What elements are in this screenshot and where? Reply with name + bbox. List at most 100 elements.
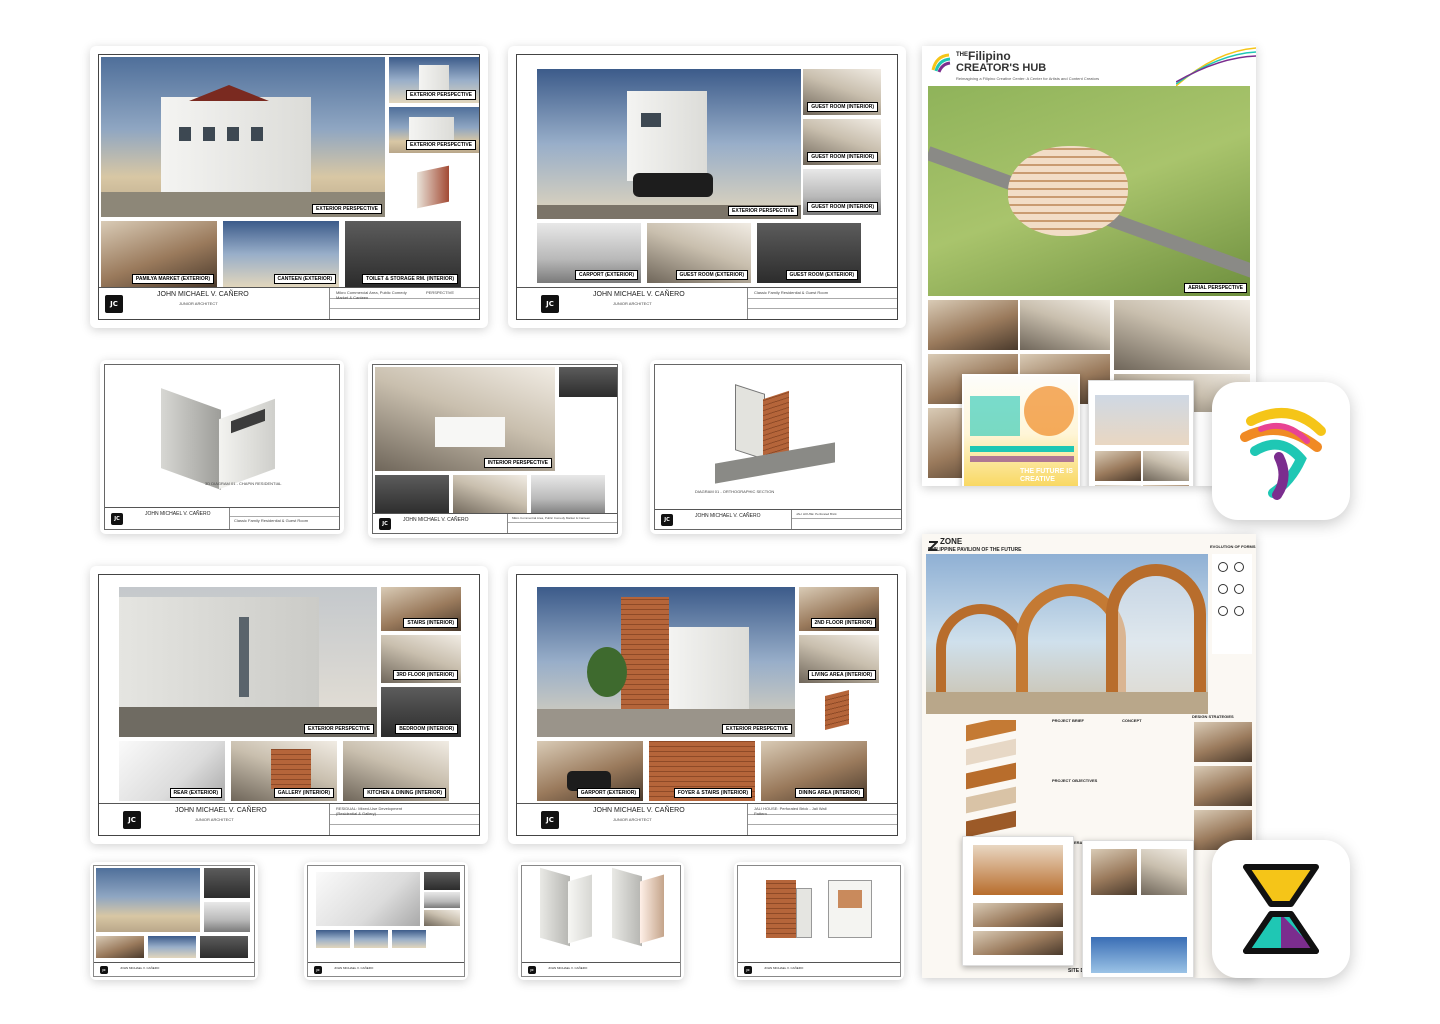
sheet-interior-market[interactable]: INTERIOR PERSPECTIVE JC JOHN MICHAEL V. … bbox=[368, 360, 622, 538]
zone-hourglass-icon bbox=[1243, 864, 1319, 954]
designer-name: JOHN MICHAEL V. CAÑERO bbox=[175, 807, 267, 814]
title-block: JC JOHN MICHAEL V. CAÑERO JALI HOUSE: Pe… bbox=[655, 509, 901, 529]
section-heading: PROJECT BRIEF bbox=[1052, 718, 1085, 723]
zone-app-icon[interactable] bbox=[1212, 840, 1350, 978]
jc-logo: JC bbox=[379, 517, 391, 530]
thumb-render: EXTERIOR PERSPECTIVE bbox=[389, 107, 479, 153]
thumb-render: CANTEEN (EXTERIOR) bbox=[223, 221, 339, 287]
title-block: JC JOHN MICHAEL V. CAÑERO Classic Family… bbox=[105, 507, 339, 529]
thumb-sheet-axon-pair[interactable]: JC JOHN MICHAEL V. CAÑERO bbox=[518, 862, 684, 980]
project-title: RESIDUAL: Mixed-Use Development (Residen… bbox=[336, 806, 403, 816]
thumb-sheet-elevations[interactable]: JC JOHN MICHAEL V. CAÑERO bbox=[734, 862, 904, 980]
thumb-render: STAIRS (INTERIOR) bbox=[381, 587, 461, 631]
zone-subtitle: PHILIPPINE PAVILION OF THE FUTURE bbox=[928, 547, 1022, 553]
jc-logo: JC bbox=[528, 965, 536, 974]
sheet-jali-house[interactable]: EXTERIOR PERSPECTIVE 2ND FLOOR (INTERIOR… bbox=[508, 566, 906, 844]
thumb-render: GUEST ROOM (INTERIOR) bbox=[803, 119, 881, 165]
thumb-render: GUEST ROOM (INTERIOR) bbox=[803, 169, 881, 215]
thumb-render: TOILET & STORAGE RM. (INTERIOR) bbox=[345, 221, 461, 287]
sheet-mixed-use[interactable]: EXTERIOR PERSPECTIVE STAIRS (INTERIOR) 3… bbox=[90, 566, 488, 844]
axon-diagram bbox=[399, 159, 469, 215]
rainbow-wave-icon bbox=[1240, 408, 1326, 500]
poster-subtitle: CREATOR'S HUB bbox=[956, 62, 1047, 74]
poster-preview-infographic: THE FUTURE IS CREATIVE bbox=[962, 374, 1080, 486]
designer-name: JOHN MICHAEL V. CAÑERO bbox=[334, 966, 374, 970]
poster-preview-renders bbox=[1088, 380, 1194, 486]
hero-exterior-render: EXTERIOR PERSPECTIVE bbox=[537, 69, 801, 219]
render-label: GUEST ROOM (INTERIOR) bbox=[807, 202, 878, 212]
sheet-section-diagram[interactable]: DIAGRAM 01 - ORTHOGRAPHIC SECTION JC JOH… bbox=[650, 360, 906, 534]
render-label: LIVING AREA (INTERIOR) bbox=[807, 670, 876, 680]
render-label: EXTERIOR PERSPECTIVE bbox=[722, 724, 792, 734]
render-label: REAR (EXTERIOR) bbox=[169, 788, 222, 798]
render-label: GALLERY (INTERIOR) bbox=[273, 788, 334, 798]
poster-title: Filipino bbox=[968, 49, 1011, 63]
title-block: JC JOHN MICHAEL V. CAÑERO Mikro Commerci… bbox=[373, 513, 617, 533]
thumb-render: EXTERIOR PERSPECTIVE bbox=[389, 57, 479, 103]
render-label: GUEST ROOM (EXTERIOR) bbox=[785, 270, 858, 280]
title-block: JC JOHN MICHAEL V. CAÑERO JUNIOR ARCHITE… bbox=[99, 803, 479, 835]
project-title: JALI HOUSE: Perforated Brick bbox=[796, 512, 837, 516]
render-label: INTERIOR PERSPECTIVE bbox=[483, 458, 552, 468]
project-title: Mikro Commercial Area, Public Comedy Mar… bbox=[512, 516, 591, 520]
thumb-render: DINING AREA (INTERIOR) bbox=[761, 741, 867, 801]
aerial-render: AERIAL PERSPECTIVE bbox=[928, 86, 1250, 296]
thumb-render: GUEST ROOM (EXTERIOR) bbox=[647, 223, 751, 283]
designer-name: JOHN MICHAEL V. CAÑERO bbox=[403, 517, 469, 523]
render-label: PAMILYA MARKET (EXTERIOR) bbox=[131, 274, 214, 284]
diagram-caption: DIAGRAM 01 - ORTHOGRAPHIC SECTION bbox=[695, 489, 775, 494]
designer-role: JUNIOR ARCHITECT bbox=[195, 817, 234, 822]
poster-zone-pavilion[interactable]: ZONE PHILIPPINE PAVILION OF THE FUTURE E… bbox=[922, 534, 1256, 978]
render-label: DINING AREA (INTERIOR) bbox=[794, 788, 864, 798]
designer-name: JOHN MICHAEL V. CAÑERO bbox=[764, 966, 804, 970]
designer-name: JOHN MICHAEL V. CAÑERO bbox=[593, 291, 685, 298]
designer-role: JUNIOR ARCHITECT bbox=[613, 301, 652, 306]
designer-name: JOHN MICHAEL V. CAÑERO bbox=[145, 511, 211, 517]
zone-title: ZONE bbox=[940, 537, 963, 546]
thumb-sheet-market[interactable]: JC JOHN MICHAEL V. CAÑERO bbox=[90, 862, 258, 980]
hero-exterior-render: EXTERIOR PERSPECTIVE bbox=[537, 587, 795, 737]
render-label: GUEST ROOM (INTERIOR) bbox=[807, 152, 878, 162]
thumb-render: GUEST ROOM (EXTERIOR) bbox=[757, 223, 861, 283]
sectional-axon-diagram bbox=[715, 383, 845, 484]
rainbow-logo-icon bbox=[930, 52, 952, 74]
render-label: EXTERIOR PERSPECTIVE bbox=[312, 204, 382, 214]
project-title: JALI HOUSE: Perforated Brick - Jali Wall… bbox=[754, 806, 827, 816]
aerial-label: AERIAL PERSPECTIVE bbox=[1184, 283, 1247, 293]
thumb-render: KITCHEN & DINING (INTERIOR) bbox=[343, 741, 449, 801]
thumb-sheet-mixed-use[interactable]: JC JOHN MICHAEL V. CAÑERO bbox=[304, 862, 468, 980]
poster-creators-hub[interactable]: THE Filipino CREATOR'S HUB Reimagining a… bbox=[922, 46, 1256, 486]
pavilion-hero-render bbox=[926, 554, 1208, 714]
render-label: TOILET & STORAGE RM. (INTERIOR) bbox=[362, 274, 458, 284]
thumb-render: BEDROOM (INTERIOR) bbox=[381, 687, 461, 737]
jc-logo: JC bbox=[100, 965, 108, 974]
project-title: Classic Family Residential & Guest Room bbox=[234, 518, 309, 523]
section-heading: DESIGN STRATEGIES bbox=[1192, 714, 1234, 719]
thumb-render: GARPORT (EXTERIOR) bbox=[537, 741, 643, 801]
thumb-render: GUEST ROOM (INTERIOR) bbox=[803, 69, 881, 115]
render-label: EXTERIOR PERSPECTIVE bbox=[728, 206, 798, 216]
slogan-text: THE FUTURE IS CREATIVE bbox=[1020, 468, 1073, 483]
jc-logo: JC bbox=[314, 965, 322, 974]
project-title: Mikro Commercial Area, Public Comedy Mar… bbox=[336, 290, 407, 300]
hero-exterior-render: EXTERIOR PERSPECTIVE bbox=[119, 587, 377, 737]
evolution-diagram bbox=[1212, 554, 1252, 654]
render-label: EXTERIOR PERSPECTIVE bbox=[304, 724, 374, 734]
thumb-render: PAMILYA MARKET (EXTERIOR) bbox=[101, 221, 217, 287]
diagram-caption: 3D DIAGRAM 01 - CHAPIN RESIDENTIAL bbox=[205, 481, 282, 486]
hero-interior-render: INTERIOR PERSPECTIVE bbox=[375, 367, 555, 471]
render-label: GUEST ROOM (INTERIOR) bbox=[807, 102, 878, 112]
sheet-residential-guest[interactable]: EXTERIOR PERSPECTIVE GUEST ROOM (INTERIO… bbox=[508, 46, 906, 328]
sheet-type: PERSPECTIVE bbox=[426, 290, 455, 295]
render-label: BEDROOM (INTERIOR) bbox=[395, 724, 458, 734]
designer-name: JOHN MICHAEL V. CAÑERO bbox=[120, 966, 160, 970]
zone-preview-1 bbox=[962, 836, 1074, 966]
thumb-render: FOYER & STAIRS (INTERIOR) bbox=[649, 741, 755, 801]
creators-hub-app-icon[interactable] bbox=[1212, 382, 1350, 520]
sheet-market-canteen[interactable]: EXTERIOR PERSPECTIVE EXTERIOR PERSPECTIV… bbox=[90, 46, 488, 328]
render-label: FOYER & STAIRS (INTERIOR) bbox=[673, 788, 752, 798]
sheet-3d-diagram-residential[interactable]: 3D DIAGRAM 01 - CHAPIN RESIDENTIAL JC JO… bbox=[100, 360, 344, 534]
render-label: STAIRS (INTERIOR) bbox=[403, 618, 458, 628]
thumb-axon bbox=[813, 685, 869, 735]
jc-logo: JC bbox=[541, 810, 559, 829]
